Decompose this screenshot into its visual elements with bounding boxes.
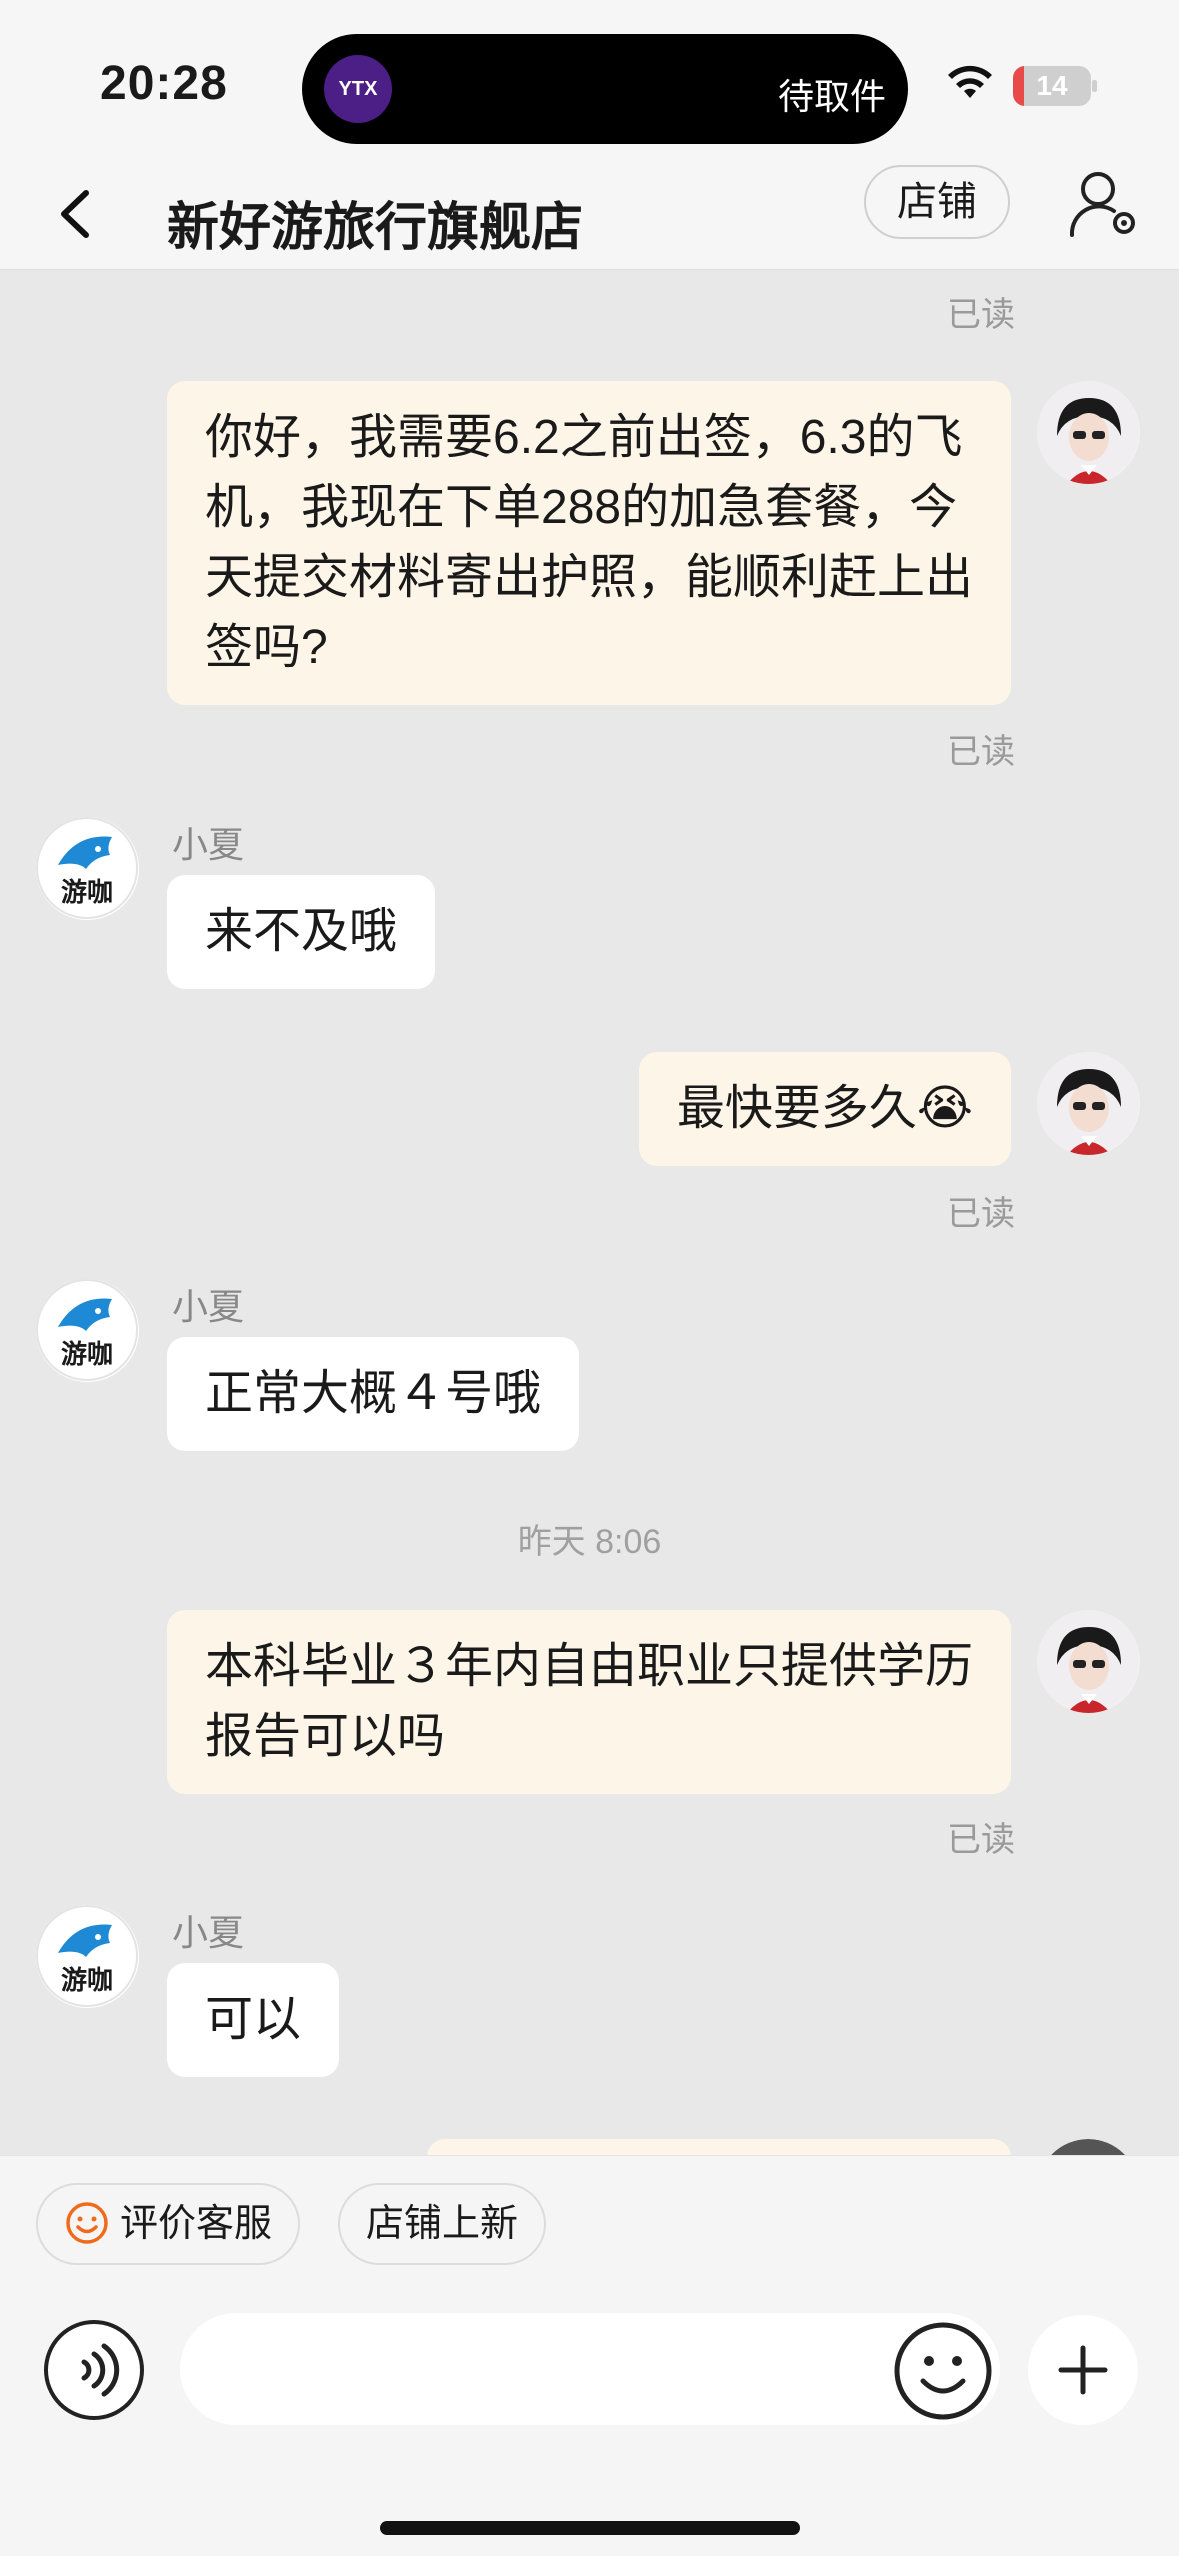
chevron-left-icon[interactable] xyxy=(44,169,104,259)
shop-new-chip[interactable]: 店铺上新 xyxy=(338,2183,547,2265)
dynamic-island[interactable]: YTX 待取件 xyxy=(302,34,908,144)
svg-text:游咖: 游咖 xyxy=(61,878,113,908)
chip-label: 店铺上新 xyxy=(366,2203,519,2245)
message-bubble-agent[interactable]: 来不及哦 xyxy=(167,875,436,989)
voice-button[interactable] xyxy=(44,2320,144,2420)
chat-area[interactable]: 已读 你好，我需要6.2之前出签，6.3的飞机，我现在下单288的加急套餐，今天… xyxy=(0,271,1179,2156)
message-bubble-user-partial[interactable] xyxy=(427,2139,1011,2156)
battery-indicator: 14 xyxy=(1013,66,1091,106)
battery-text: 14 xyxy=(1036,70,1068,101)
message-bubble-agent[interactable]: 可以 xyxy=(167,1963,340,2077)
read-receipt: 已读 xyxy=(947,1821,1015,1859)
user-avatar-partial[interactable] xyxy=(1037,2139,1140,2156)
plus-button[interactable] xyxy=(1028,2315,1138,2425)
message-input[interactable] xyxy=(180,2313,1000,2425)
chip-label: 评价客服 xyxy=(120,2203,273,2245)
user-avatar[interactable] xyxy=(1037,1052,1140,1155)
smiley-icon xyxy=(66,2202,108,2244)
island-text: 待取件 xyxy=(777,76,886,117)
agent-avatar[interactable]: 游咖 xyxy=(36,1279,139,1382)
read-receipt: 已读 xyxy=(947,1195,1015,1233)
chat-timestamp: 昨天 8:06 xyxy=(517,1523,662,1561)
message-bubble-user[interactable]: 你好，我需要6.2之前出签，6.3的飞机，我现在下单288的加急套餐，今天提交材… xyxy=(167,381,1011,705)
message-bubble-user[interactable]: 本科毕业３年内自由职业只提供学历报告可以吗 xyxy=(167,1610,1011,1794)
bottom-panel: 评价客服 店铺上新 xyxy=(0,2155,1179,2556)
rate-service-chip[interactable]: 评价客服 xyxy=(36,2183,301,2265)
emoji-icon[interactable] xyxy=(893,2321,993,2421)
sender-name: 小夏 xyxy=(172,1912,245,1953)
sender-name: 小夏 xyxy=(172,824,245,865)
page-title: 新好游旅行旗舰店 xyxy=(167,199,584,257)
home-indicator[interactable] xyxy=(380,2521,800,2535)
plus-icon xyxy=(1058,2345,1108,2395)
status-bar: 20:28 YTX 待取件 14 xyxy=(0,0,1179,165)
status-time: 20:28 xyxy=(100,57,228,110)
message-bubble-agent[interactable]: 正常大概４号哦 xyxy=(167,1337,580,1451)
island-app-icon: YTX xyxy=(324,55,392,123)
shop-button[interactable]: 店铺 xyxy=(864,165,1010,239)
message-bubble-user[interactable]: 最快要多久😭 xyxy=(638,1052,1011,1166)
user-settings-icon[interactable] xyxy=(1066,165,1142,241)
svg-text:游咖: 游咖 xyxy=(61,1340,113,1370)
nav-bar: 新好游旅行旗舰店 店铺 xyxy=(0,165,1179,270)
battery-cap xyxy=(1092,80,1097,92)
voice-icon xyxy=(81,2343,120,2397)
agent-avatar[interactable]: 游咖 xyxy=(36,1905,139,2008)
agent-avatar[interactable]: 游咖 xyxy=(36,817,139,920)
read-receipt: 已读 xyxy=(947,733,1015,771)
wifi-icon xyxy=(948,65,992,98)
svg-text:游咖: 游咖 xyxy=(61,1966,113,1996)
sender-name: 小夏 xyxy=(172,1286,245,1327)
user-avatar[interactable] xyxy=(1037,1610,1140,1713)
user-avatar[interactable] xyxy=(1037,381,1140,484)
read-receipt: 已读 xyxy=(947,296,1015,334)
